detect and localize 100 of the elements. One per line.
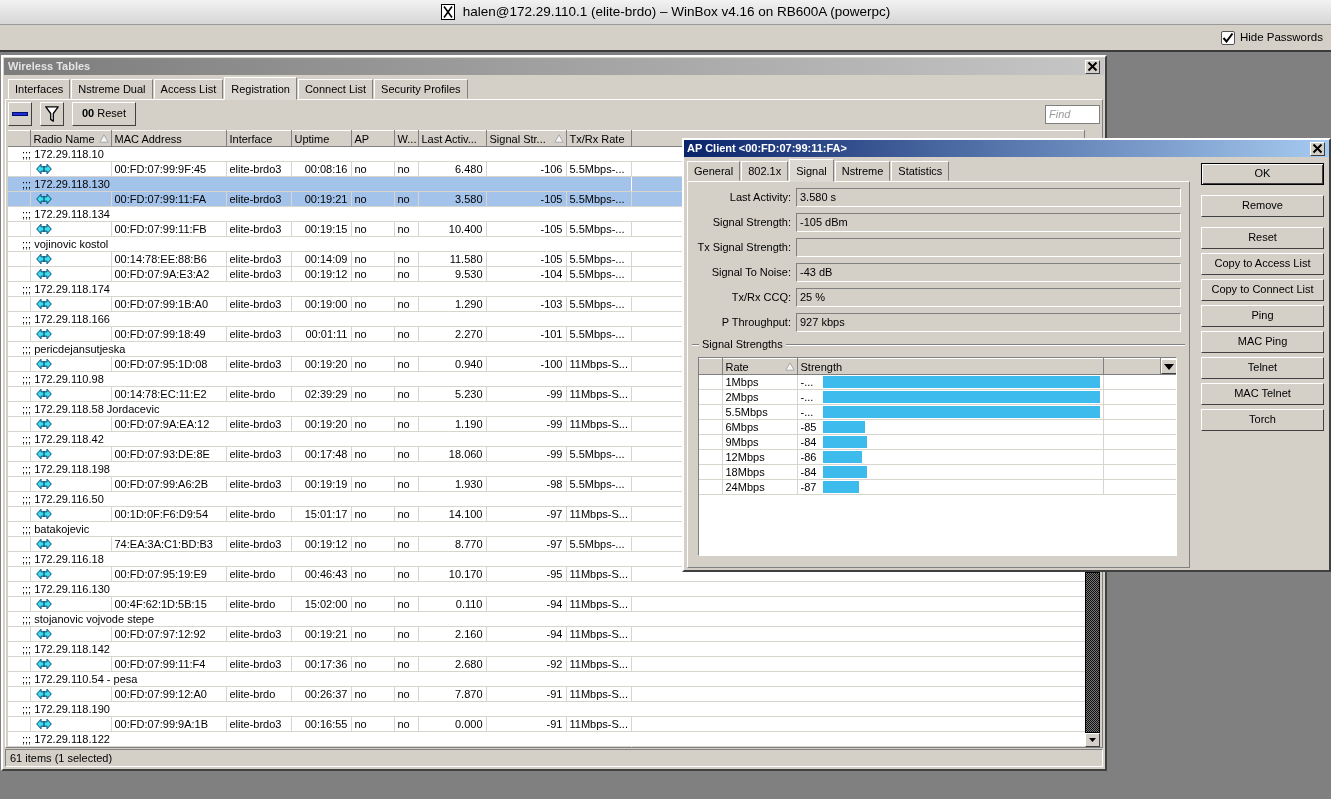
dialog-button[interactable]: Remove xyxy=(1201,195,1324,217)
table-cell: 00:17:36 xyxy=(291,656,351,672)
checkbox-label[interactable]: Hide Passwords xyxy=(1239,30,1323,45)
comment-row[interactable]: ;;; 172.29.118.166 xyxy=(8,311,631,327)
table-cell: 00:FD:07:99:12:A0 xyxy=(111,686,226,702)
table-row[interactable]: 00:FD:07:99:11:F4 elite-brdo3 00:17:36 no no 2.680 -92 11Mbps-S... xyxy=(8,656,631,672)
table-row[interactable]: 00:FD:07:95:19:E9 elite-brdo 00:46:43 no no 10.170 -95 11Mbps-S... xyxy=(8,566,631,582)
filter-icon xyxy=(45,106,59,122)
column-header[interactable]: Tx/Rx Rate xyxy=(566,130,631,147)
table-row[interactable]: 00:FD:07:99:18:49 elite-brdo3 00:01:11 no no 2.270 -101 5.5Mbps-... xyxy=(8,326,631,342)
double-arrow-icon xyxy=(35,328,52,340)
comment-row[interactable]: ;;; 172.29.118.42 xyxy=(8,431,631,447)
table-cell: 5.5Mbps-... xyxy=(566,326,631,342)
table-row[interactable]: 00:FD:07:99:9F:45 elite-brdo3 00:08:16 no no 6.480 -106 5.5Mbps-... xyxy=(8,161,631,177)
reset-button[interactable]: 00 Reset xyxy=(72,102,136,126)
dialog-button[interactable]: Telnet xyxy=(1201,357,1324,379)
table-row[interactable]: 00:14:78:EE:88:B6 elite-brdo3 00:14:09 no no 11.580 -105 5.5Mbps-... xyxy=(8,251,631,267)
remove-button[interactable] xyxy=(8,102,32,126)
table-row[interactable]: 00:4F:62:1D:5B:15 elite-brdo 15:02:00 no no 0.110 -94 11Mbps-S... xyxy=(8,596,631,612)
column-header[interactable]: AP xyxy=(351,130,394,147)
comment-row[interactable]: ;;; 172.29.116.130 xyxy=(8,581,631,597)
column-header[interactable]: Signal Str... xyxy=(486,130,566,147)
dialog-button[interactable]: MAC Telnet xyxy=(1201,383,1324,405)
table-cell: 00:FD:07:99:11:F4 xyxy=(111,656,226,672)
table-row[interactable]: 00:FD:07:99:9A:1B elite-brdo3 00:16:55 no no 0.000 -91 11Mbps-S... xyxy=(8,716,631,732)
comment-row[interactable]: ;;; 172.29.118.190 xyxy=(8,701,631,717)
close-button[interactable] xyxy=(1310,141,1325,156)
table-row[interactable]: 00:FD:07:9A:EA:12 elite-brdo3 00:19:20 no no 1.190 -99 11Mbps-S... xyxy=(8,416,631,432)
table-row[interactable]: 00:FD:07:99:12:A0 elite-brdo 00:26:37 no no 7.870 -91 11Mbps-S... xyxy=(8,686,631,702)
column-header[interactable]: Last Activ... xyxy=(418,130,486,147)
dialog-button[interactable]: Torch xyxy=(1201,409,1324,431)
checkbox[interactable] xyxy=(1220,30,1235,45)
close-button[interactable] xyxy=(1085,59,1100,74)
column-header[interactable]: Radio Name xyxy=(30,130,111,147)
column-header[interactable]: Uptime xyxy=(291,130,351,147)
table-row[interactable]: 00:FD:07:99:11:FA elite-brdo3 00:19:21 no no 3.580 -105 5.5Mbps-... xyxy=(8,191,631,207)
comment-row[interactable]: ;;; batakojevic xyxy=(8,521,631,537)
column-header[interactable]: Interface xyxy=(226,130,291,147)
comment-row[interactable]: ;;; 172.29.118.10 xyxy=(8,146,631,162)
tab[interactable]: Signal xyxy=(789,159,834,182)
tab[interactable]: General xyxy=(687,161,741,181)
double-arrow-icon xyxy=(35,448,52,460)
tab[interactable]: Nstreme xyxy=(834,161,891,181)
tab[interactable]: Access List xyxy=(153,79,224,99)
table-row[interactable]: 00:FD:07:93:DE:8E elite-brdo3 00:17:48 no no 18.060 -99 5.5Mbps-... xyxy=(8,446,631,462)
tab[interactable]: Connect List xyxy=(297,79,374,99)
comment-row[interactable]: ;;; 172.29.118.122 xyxy=(8,731,631,747)
comment-row[interactable]: ;;; 172.29.118.142 xyxy=(8,641,631,657)
column-header[interactable]: MAC Address xyxy=(111,130,226,147)
column-header[interactable]: W... xyxy=(394,130,418,147)
tab[interactable]: Nstreme Dual xyxy=(71,79,153,99)
table-row[interactable]: 00:FD:07:99:1B:A0 elite-brdo3 00:19:00 no no 1.290 -103 5.5Mbps-... xyxy=(8,296,631,312)
scrollbar-thumb[interactable] xyxy=(1085,572,1100,733)
comment-row[interactable]: ;;; 172.29.116.50 xyxy=(8,491,631,507)
tab[interactable]: Interfaces xyxy=(8,79,71,99)
table-cell: -97 xyxy=(486,506,566,522)
dialog-button[interactable]: MAC Ping xyxy=(1201,331,1324,353)
table-row[interactable]: 00:FD:07:99:A6:2B elite-brdo3 00:19:19 no no 1.930 -98 5.5Mbps-... xyxy=(8,476,631,492)
table-cell: 00:FD:07:9A:E3:A2 xyxy=(111,266,226,282)
column-header[interactable]: Rate xyxy=(722,358,797,375)
table-row[interactable]: 74:EA:3A:C1:BD:B3 elite-brdo3 00:19:12 no no 8.770 -97 5.5Mbps-... xyxy=(8,536,631,552)
value-field: 25 % xyxy=(796,288,1181,307)
sort-arrow-icon xyxy=(784,362,795,371)
tab[interactable]: Security Profiles xyxy=(374,79,468,99)
filter-button[interactable] xyxy=(40,102,64,126)
comment-row[interactable]: ;;; pericdejansutjeska xyxy=(8,341,631,357)
double-arrow-icon xyxy=(35,628,52,640)
table-cell: 5.5Mbps-... xyxy=(566,476,631,492)
comment-row[interactable]: ;;; 172.29.118.198 xyxy=(8,461,631,477)
table-cell: 74:EA:3A:C1:BD:B3 xyxy=(111,536,226,552)
table-cell: 9Mbps xyxy=(722,434,797,450)
comment-row[interactable]: ;;; 172.29.110.98 xyxy=(8,371,631,387)
comment-row[interactable]: ;;; 172.29.118.134 xyxy=(8,206,631,222)
dialog-button[interactable]: Copy to Connect List xyxy=(1201,279,1324,301)
comment-row[interactable]: ;;; stojanovic vojvode stepe xyxy=(8,611,631,627)
comment-row[interactable]: ;;; vojinovic kostol xyxy=(8,236,631,252)
table-cell: no xyxy=(394,716,418,732)
tab[interactable]: Statistics xyxy=(891,161,950,181)
table-row[interactable]: 00:FD:07:95:1D:08 elite-brdo3 00:19:20 no no 0.940 -100 11Mbps-S... xyxy=(8,356,631,372)
table-cell: -105 xyxy=(486,251,566,267)
tab[interactable]: Registration xyxy=(224,77,297,100)
search-field[interactable]: Find xyxy=(1045,104,1100,124)
table-row[interactable]: 00:14:78:EC:11:E2 elite-brdo 02:39:29 no no 5.230 -99 11Mbps-S... xyxy=(8,386,631,402)
table-row[interactable]: 00:FD:07:9A:E3:A2 elite-brdo3 00:19:12 no no 9.530 -104 5.5Mbps-... xyxy=(8,266,631,282)
table-row[interactable]: 00:FD:07:99:11:FB elite-brdo3 00:19:15 no no 10.400 -105 5.5Mbps-... xyxy=(8,221,631,237)
comment-row[interactable]: ;;; 172.29.110.54 - pesa xyxy=(8,671,631,687)
dialog-button[interactable]: Copy to Access List xyxy=(1201,253,1324,275)
comment-row[interactable]: ;;; 172.29.116.18 xyxy=(8,551,631,567)
comment-row[interactable]: ;;; 172.29.118.58 Jordacevic xyxy=(8,401,631,417)
table-cell: 1.190 xyxy=(418,416,486,432)
column-header[interactable]: Strength xyxy=(797,358,1104,375)
dialog-button[interactable]: Ping xyxy=(1201,305,1324,327)
dialog-button[interactable]: OK xyxy=(1201,163,1324,185)
table-row[interactable]: 00:1D:0F:F6:D9:54 elite-brdo 15:01:17 no no 14.100 -97 11Mbps-S... xyxy=(8,506,631,522)
comment-row[interactable]: ;;; 172.29.118.174 xyxy=(8,281,631,297)
table-cell: elite-brdo xyxy=(226,686,291,702)
dialog-button[interactable]: Reset xyxy=(1201,227,1324,249)
tab[interactable]: 802.1x xyxy=(741,161,789,181)
scroll-down-button[interactable] xyxy=(1085,733,1100,747)
table-row[interactable]: 00:FD:07:97:12:92 elite-brdo3 00:19:21 no no 2.160 -94 11Mbps-S... xyxy=(8,626,631,642)
